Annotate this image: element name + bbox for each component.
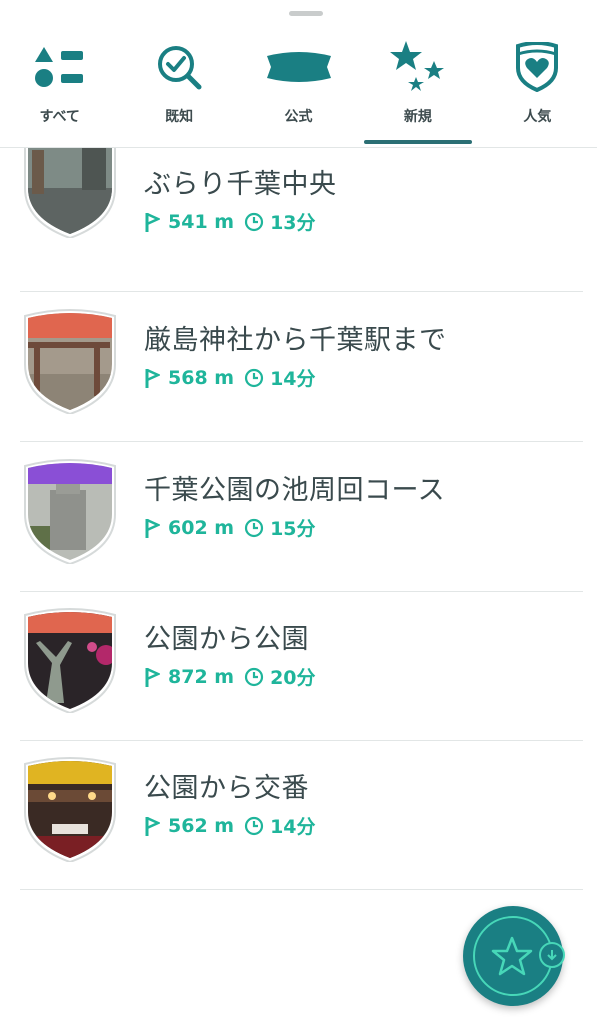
route-badge — [24, 608, 116, 713]
tab-popular[interactable]: 人気 — [478, 30, 597, 147]
route-duration: 14分 — [270, 816, 316, 838]
flag-icon — [145, 212, 160, 232]
clock-icon — [244, 368, 264, 387]
route-distance: 602 m — [168, 516, 235, 539]
grid-list-icon — [34, 38, 86, 96]
list-item[interactable]: 公園から交番 562 m 14分 — [20, 740, 583, 890]
route-distance: 568 m — [168, 366, 235, 389]
flag-icon — [145, 368, 160, 388]
filter-tabs: すべて 既知 公式 新規 人気 — [0, 30, 597, 148]
route-meta: 602 m 15分 — [144, 514, 316, 541]
list-item[interactable]: 厳島神社から千葉駅まで 568 m 14分 — [20, 292, 583, 442]
clock-icon — [244, 667, 264, 686]
route-distance: 541 m — [168, 210, 235, 233]
route-list: ぶらり千葉中央 541 m 13分 厳島神社から千葉駅まで 568 m 14分 … — [0, 148, 597, 890]
route-duration: 14分 — [270, 368, 316, 390]
list-item[interactable]: 千葉公園の池周回コース 602 m 15分 — [20, 442, 583, 592]
star-icon — [491, 936, 533, 976]
flag-icon — [145, 816, 160, 836]
route-distance: 872 m — [168, 665, 235, 688]
route-badge — [24, 757, 116, 862]
list-item[interactable]: 公園から公園 872 m 20分 — [20, 591, 583, 741]
create-route-button[interactable] — [463, 906, 565, 1006]
stars-icon — [388, 38, 448, 96]
route-badge — [24, 148, 116, 238]
tab-new[interactable]: 新規 — [358, 30, 477, 147]
route-badge — [24, 459, 116, 564]
route-title: 公園から交番 — [144, 773, 309, 804]
list-item[interactable]: ぶらり千葉中央 541 m 13分 — [20, 148, 583, 292]
tab-label: すべて — [39, 109, 80, 125]
tab-label: 新規 — [403, 109, 432, 125]
tab-known[interactable]: 既知 — [119, 30, 238, 147]
route-meta: 562 m 14分 — [144, 812, 316, 839]
route-duration: 20分 — [270, 667, 316, 689]
tab-label: 人気 — [523, 109, 552, 125]
search-check-icon — [155, 38, 203, 96]
route-title: 千葉公園の池周回コース — [144, 475, 446, 506]
clock-icon — [244, 816, 264, 835]
route-title: ぶらり千葉中央 — [144, 169, 337, 200]
banner-icon — [263, 38, 335, 96]
route-meta: 568 m 14分 — [144, 364, 316, 391]
tab-label: 既知 — [165, 109, 194, 125]
route-title: 厳島神社から千葉駅まで — [144, 325, 447, 356]
route-title: 公園から公園 — [144, 624, 309, 655]
route-distance: 562 m — [168, 814, 235, 837]
tab-label: 公式 — [284, 109, 313, 125]
download-icon — [539, 942, 565, 968]
flag-icon — [145, 667, 160, 687]
route-badge — [24, 309, 116, 414]
route-duration: 13分 — [270, 212, 316, 234]
heart-shield-icon — [514, 38, 560, 96]
route-meta: 541 m 13分 — [144, 208, 316, 235]
tab-all[interactable]: すべて — [0, 30, 119, 147]
drag-handle[interactable] — [289, 11, 323, 16]
tab-official[interactable]: 公式 — [239, 30, 358, 147]
route-duration: 15分 — [270, 518, 316, 540]
clock-icon — [244, 518, 264, 537]
flag-icon — [145, 518, 160, 538]
clock-icon — [244, 212, 264, 231]
route-meta: 872 m 20分 — [144, 663, 316, 690]
